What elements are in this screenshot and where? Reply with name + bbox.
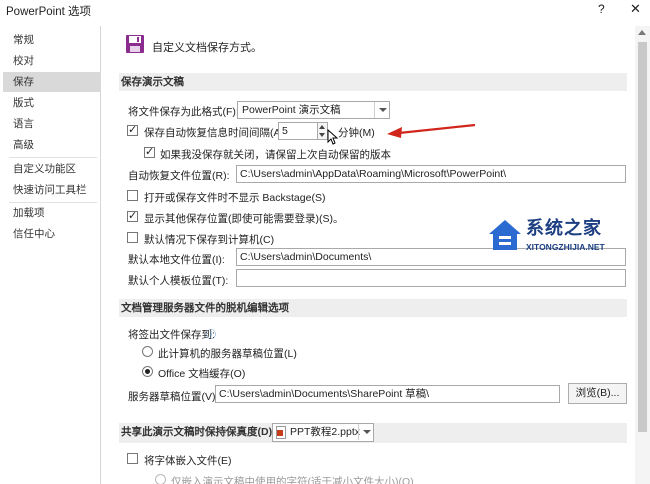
browse-button[interactable]: 浏览(B)... [568,383,627,404]
info-icon: ⓘ [206,330,216,341]
embed-fonts-label: 将字体嵌入文件(E) [144,455,232,467]
sidebar-item-addins[interactable]: 加载项 [3,203,101,223]
spin-down-icon [319,133,325,137]
radio-office-cache-label: Office 文档缓存(O) [158,368,246,380]
fidelity-file-value: PPT教程2.pptx [290,426,361,438]
sidebar-item-trust-center[interactable]: 信任中心 [3,224,101,244]
fidelity-file-dropdown[interactable]: PPT教程2.pptx [272,423,374,442]
sidebar-item-layout[interactable]: 版式 [3,93,101,113]
save-to-computer-label: 默认情况下保存到计算机(C) [144,234,275,246]
sidebar-item-language[interactable]: 语言 [3,114,101,134]
help-button[interactable]: ? [598,2,605,16]
autorecover-location-input[interactable]: C:\Users\admin\AppData\Roaming\Microsoft… [236,165,626,183]
radio-office-cache[interactable] [142,366,153,377]
chevron-down-icon [358,424,373,440]
sidebar: 常规 校对 保存 版式 语言 高级 自定义功能区 快速访问工具栏 加载项 信任中… [3,26,101,484]
sidebar-item-general[interactable]: 常规 [3,30,101,50]
keep-last-version-checkbox[interactable] [144,145,155,158]
house-logo-icon [489,220,521,250]
default-local-location-label: 默认本地文件位置(I): [128,254,225,266]
section-save-presentations: 保存演示文稿 [119,73,627,91]
no-backstage-checkbox[interactable] [127,190,138,201]
sidebar-divider [9,157,97,158]
spin-up-icon [319,125,325,129]
red-arrow-icon [387,123,476,138]
save-format-label: 将文件保存为此格式(F): [128,106,239,118]
save-icon [126,35,144,53]
autorecover-location-label: 自动恢复文件位置(R): [128,170,230,182]
autorecover-label: 保存自动恢复信息时间间隔(A) [144,127,284,139]
embed-fonts-checkbox[interactable] [127,453,138,464]
embed-only-used-label: 仅嵌入演示文稿中使用的字符(适于减小文件大小)(O) [171,476,414,484]
save-to-computer-checkbox[interactable] [127,232,138,243]
no-backstage-label: 打开或保存文件时不显示 Backstage(S) [144,192,326,204]
sidebar-item-customize-ribbon[interactable]: 自定义功能区 [3,159,101,179]
scroll-up-icon[interactable] [638,30,646,35]
save-format-dropdown[interactable]: PowerPoint 演示文稿 [237,101,390,119]
sidebar-item-proofing[interactable]: 校对 [3,51,101,71]
server-drafts-location-label: 服务器草稿位置(V): [128,391,219,403]
section-offline-editing: 文档管理服务器文件的脱机编辑选项 [119,299,627,317]
keep-last-version-label: 如果我没保存就关闭，请保留上次自动保留的版本 [160,149,391,161]
watermark-brand: 系统之家 [526,218,602,238]
show-more-locations-label: 显示其他保存位置(即使可能需要登录)(S)。 [144,213,344,225]
radio-embed-only-used[interactable] [155,474,166,484]
radio-server-drafts-label: 此计算机的服务器草稿位置(L) [158,348,297,360]
autorecover-checkbox[interactable] [127,123,138,136]
page-header-text: 自定义文档保存方式。 [152,42,262,54]
close-button[interactable]: ✕ [630,1,641,17]
radio-server-drafts[interactable] [142,346,153,357]
sidebar-item-save[interactable]: 保存 [3,72,101,92]
window-title: PowerPoint 选项 [6,6,92,18]
save-checked-out-label: 将签出文件保存到: [128,329,215,341]
save-format-value: PowerPoint 演示文稿 [242,104,341,116]
pptx-file-icon [276,426,286,439]
show-more-locations-checkbox[interactable] [127,209,138,222]
sidebar-item-quick-access[interactable]: 快速访问工具栏 [3,180,101,200]
server-drafts-location-input[interactable]: C:\Users\admin\Documents\SharePoint 草稿\ [215,385,560,403]
watermark-logo: 系统之家 XITONGZHIJIA.NET [488,212,640,272]
chevron-down-icon [374,102,389,118]
minutes-unit-label: 分钟(M) [338,127,375,139]
personal-templates-label: 默认个人模板位置(T): [128,275,229,287]
watermark-url: XITONGZHIJIA.NET [526,242,605,252]
autorecover-minutes-input[interactable]: 5 [278,122,318,140]
title-bar: PowerPoint 选项 ? ✕ [0,0,650,22]
fidelity-label: 共享此演示文稿时保持保真度(D): [121,426,276,438]
sidebar-item-advanced[interactable]: 高级 [3,135,101,155]
